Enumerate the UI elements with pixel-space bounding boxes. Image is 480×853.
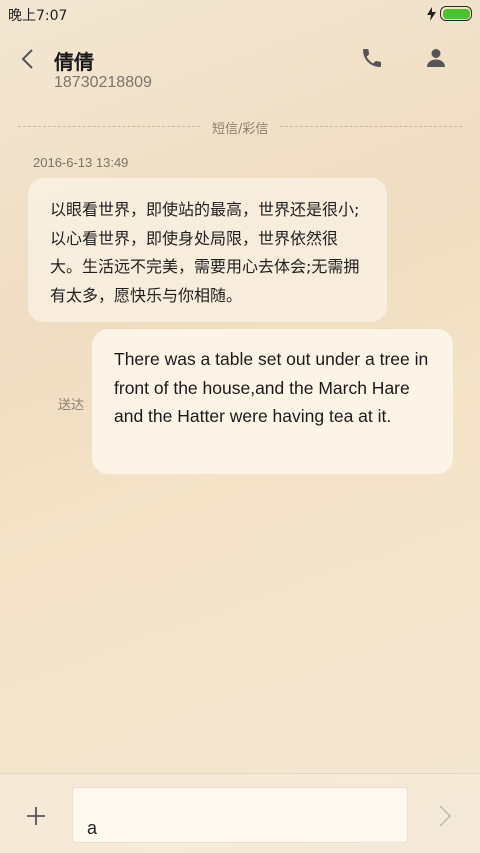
plus-icon[interactable]: [22, 802, 50, 830]
message-type-divider: 短信/彩信: [18, 116, 462, 137]
divider-line: [280, 126, 462, 127]
delivery-status: 送达: [58, 398, 85, 413]
outgoing-message-bubble[interactable]: There was a table set out under a tree i…: [92, 329, 453, 474]
composer-bar: a: [0, 773, 480, 853]
battery-fill: [442, 8, 470, 19]
lightning-icon: [427, 6, 436, 21]
contact-number: 18730218809: [54, 74, 152, 91]
message-input[interactable]: a: [72, 787, 408, 843]
status-indicators: [427, 6, 472, 21]
person-icon[interactable]: [424, 46, 450, 72]
chevron-left-icon[interactable]: [14, 46, 40, 72]
phone-icon[interactable]: [360, 46, 386, 72]
chevron-right-icon[interactable]: [430, 802, 458, 830]
status-bar: 晚上7:07: [0, 0, 480, 28]
status-time: 晚上7:07: [8, 8, 68, 24]
incoming-message-bubble[interactable]: 以眼看世界，即使站的最高，世界还是很小;以心看世界，即使身处局限，世界依然很大。…: [28, 178, 387, 322]
divider-label: 短信/彩信: [212, 122, 269, 137]
message-timestamp: 2016-6-13 13:49: [33, 155, 129, 170]
divider-line: [18, 126, 200, 127]
conversation-header: 倩倩 18730218809: [0, 28, 480, 106]
battery-icon: [440, 6, 472, 21]
contact-name: 倩倩: [54, 50, 94, 74]
